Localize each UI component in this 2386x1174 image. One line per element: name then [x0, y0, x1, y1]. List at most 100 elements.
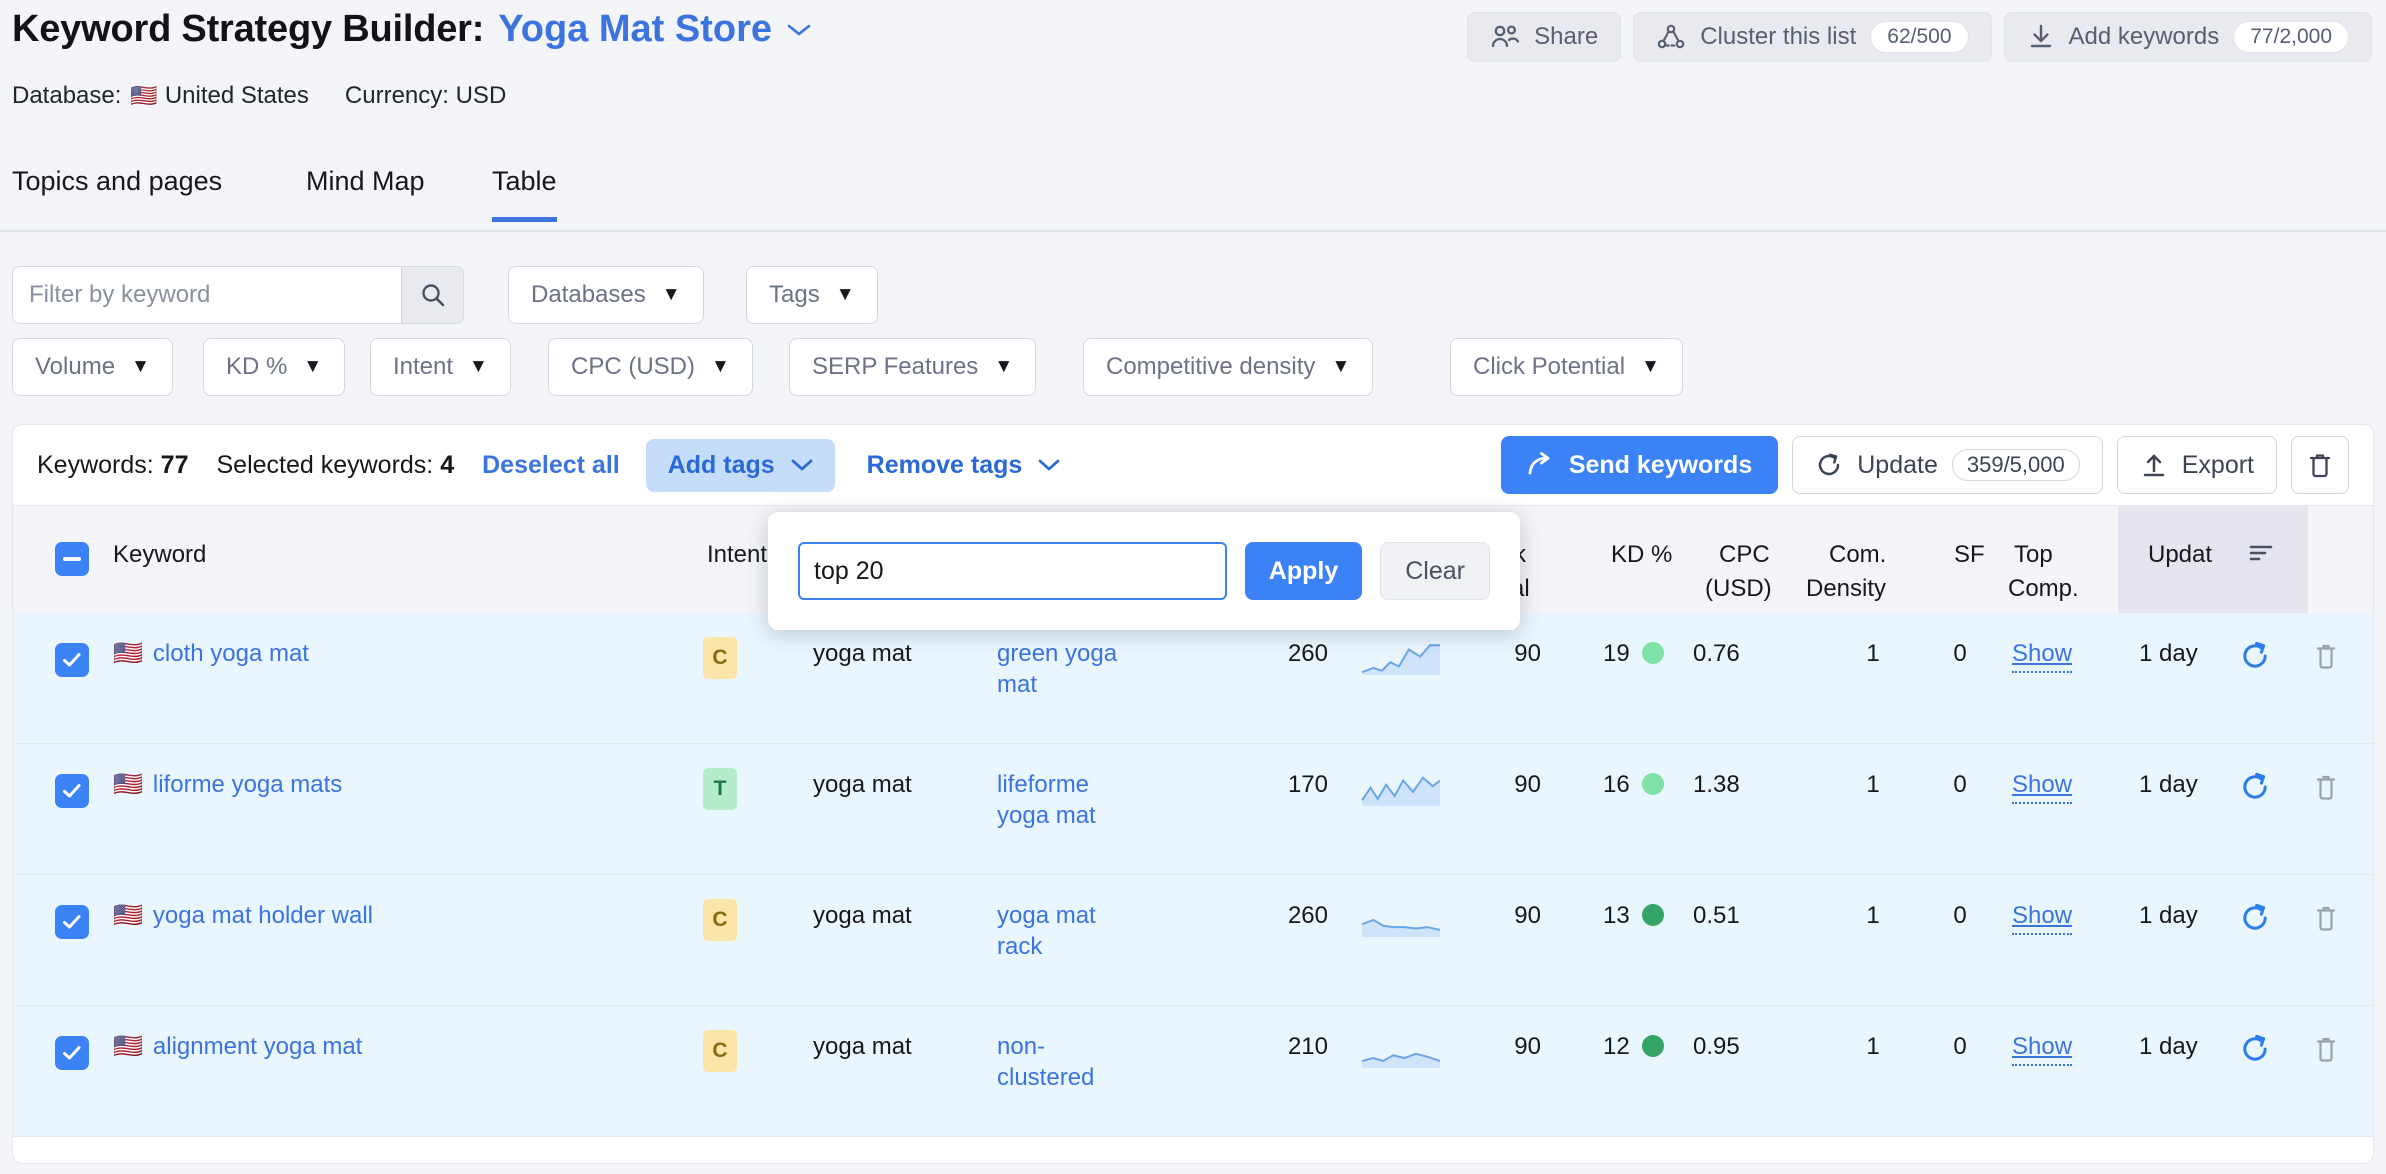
tag-name-input[interactable] [798, 542, 1227, 600]
filter-tags[interactable]: Tags ▼ [746, 266, 878, 324]
column-header-sf[interactable]: SF [1954, 540, 1985, 571]
row-topic-value: yoga mat [813, 1033, 912, 1060]
export-button[interactable]: Export [2116, 436, 2277, 494]
filter-competitive-density[interactable]: Competitive density ▼ [1083, 338, 1374, 396]
row-volume-cell: 260 [1258, 901, 1328, 932]
delete-button[interactable] [2291, 436, 2349, 494]
search-input[interactable] [13, 267, 401, 323]
cluster-this-list-button[interactable]: Cluster this list 62/500 [1633, 12, 1992, 62]
chevron-down-icon[interactable] [786, 22, 812, 38]
row-checkbox[interactable] [55, 905, 89, 939]
add-tags-button[interactable]: Add tags [645, 438, 835, 492]
row-volume-value: 170 [1287, 771, 1328, 798]
cluster-label: Cluster this list [1700, 23, 1857, 50]
intent-badge[interactable]: C [703, 899, 737, 941]
clear-tag-button[interactable]: Clear [1380, 542, 1490, 600]
chevron-down-icon: ▼ [1331, 356, 1351, 377]
send-keywords-button[interactable]: Send keywords [1500, 436, 1779, 494]
filter-cpc[interactable]: CPC (USD) ▼ [548, 338, 753, 396]
show-top-competitors-link[interactable]: Show [2012, 640, 2072, 673]
row-updated-value: 1 day [2139, 640, 2198, 667]
row-cluster-link[interactable]: green yoga mat [997, 640, 1117, 698]
column-header-updated[interactable]: Updat [2148, 540, 2212, 571]
table-row[interactable]: 🇺🇸 alignment yoga mat Cyoga mat non-cluster… [13, 1006, 2373, 1137]
refresh-icon[interactable] [2240, 903, 2270, 933]
share-button[interactable]: Share [1467, 12, 1622, 62]
intent-badge[interactable]: C [703, 637, 737, 679]
row-cpc-value: 1.38 [1693, 771, 1740, 798]
trash-icon [2307, 451, 2333, 479]
table-row[interactable]: 🇺🇸 cloth yoga mat Cyoga mat green yoga mat 2… [13, 613, 2373, 744]
filter-serp-features[interactable]: SERP Features ▼ [789, 338, 1037, 396]
row-keyword-link[interactable]: yoga mat holder wall [153, 902, 373, 929]
column-header-cpc-line1[interactable]: CPC [1719, 540, 1770, 571]
column-header-kd[interactable]: KD % [1611, 540, 1672, 571]
refresh-icon[interactable] [2240, 1034, 2270, 1064]
filter-click-potential[interactable]: Click Potential ▼ [1450, 338, 1683, 396]
search-button[interactable] [401, 267, 463, 323]
show-top-competitors-link[interactable]: Show [2012, 771, 2072, 804]
refresh-icon[interactable] [2240, 641, 2270, 671]
tab-table[interactable]: Table [492, 166, 557, 222]
sort-icon[interactable] [2249, 542, 2275, 564]
trash-icon[interactable] [2313, 772, 2339, 802]
project-name-link[interactable]: Yoga Mat Store [498, 8, 772, 51]
table-row[interactable]: 🇺🇸 yoga mat holder wall Cyoga mat yoga mat … [13, 875, 2373, 1006]
trash-icon[interactable] [2313, 903, 2339, 933]
row-top-comp-cell: Show [2012, 1032, 2072, 1066]
row-keyword-link[interactable]: liforme yoga mats [153, 771, 342, 798]
database-label: Database: [12, 82, 122, 109]
row-cpc-cell: 0.95 [1693, 1032, 1775, 1063]
row-cluster-link[interactable]: lifeforme yoga mat [997, 771, 1096, 829]
row-checkbox[interactable] [55, 774, 89, 808]
row-keyword-link[interactable]: alignment yoga mat [153, 1033, 362, 1060]
filter-volume[interactable]: Volume ▼ [12, 338, 173, 396]
table-row[interactable]: 🇺🇸 liforme yoga mats Tyoga mat lifeforme yo… [13, 744, 2373, 875]
row-keyword-cell: 🇺🇸 liforme yoga mats [113, 770, 342, 801]
deselect-all-button[interactable]: Deselect all [482, 451, 620, 480]
row-volume-value: 260 [1287, 640, 1328, 667]
row-intent-cell: C [703, 637, 737, 679]
trash-icon[interactable] [2313, 641, 2339, 671]
filter-kd[interactable]: KD % ▼ [203, 338, 346, 396]
add-keywords-button[interactable]: Add keywords 77/2,000 [2003, 12, 2372, 62]
row-top-comp-cell: Show [2012, 770, 2072, 804]
row-cluster-cell: non-clustered [997, 1032, 1137, 1093]
row-click-potential-cell: 90 [1485, 901, 1541, 932]
row-checkbox[interactable] [55, 643, 89, 677]
tab-topics-and-pages[interactable]: Topics and pages [12, 166, 222, 217]
row-updated-cell: 1 day [2139, 901, 2198, 932]
row-com-density-value: 1 [1866, 902, 1880, 929]
us-flag-icon: 🇺🇸 [113, 1033, 143, 1060]
view-tabs: Topics and pages Mind Map Table [0, 160, 2386, 232]
column-header-top-line1[interactable]: Top [2014, 540, 2053, 571]
filter-databases[interactable]: Databases ▼ [508, 266, 704, 324]
column-header-com-line1[interactable]: Com. [1829, 540, 1886, 571]
refresh-icon[interactable] [2240, 772, 2270, 802]
trash-icon[interactable] [2313, 1034, 2339, 1064]
row-volume-cell: 260 [1258, 639, 1328, 670]
intent-badge[interactable]: T [703, 768, 737, 810]
row-cluster-link[interactable]: non-clustered [997, 1033, 1094, 1091]
column-header-keyword[interactable]: Keyword [113, 540, 206, 571]
filter-by-keyword-search[interactable] [12, 266, 464, 324]
apply-tag-button[interactable]: Apply [1244, 542, 1363, 600]
tab-mind-map[interactable]: Mind Map [306, 166, 425, 217]
upload-icon [2140, 451, 2168, 479]
row-kd-cell: 13 [1603, 901, 1664, 932]
row-trend-cell [1361, 903, 1441, 937]
row-click-potential-cell: 90 [1485, 770, 1541, 801]
trend-sparkline-icon [1361, 776, 1441, 806]
row-checkbox[interactable] [55, 1036, 89, 1070]
show-top-competitors-link[interactable]: Show [2012, 1033, 2072, 1066]
filter-intent[interactable]: Intent ▼ [370, 338, 511, 396]
row-cluster-link[interactable]: yoga mat rack [997, 902, 1096, 960]
remove-tags-button[interactable]: Remove tags [845, 439, 1083, 492]
show-top-competitors-link[interactable]: Show [2012, 902, 2072, 935]
row-keyword-link[interactable]: cloth yoga mat [153, 640, 309, 667]
update-button[interactable]: Update 359/5,000 [1792, 436, 2103, 494]
row-top-comp-cell: Show [2012, 901, 2072, 935]
select-all-checkbox[interactable] [55, 542, 89, 576]
intent-badge[interactable]: C [703, 1030, 737, 1072]
column-header-intent[interactable]: Intent [707, 540, 767, 571]
